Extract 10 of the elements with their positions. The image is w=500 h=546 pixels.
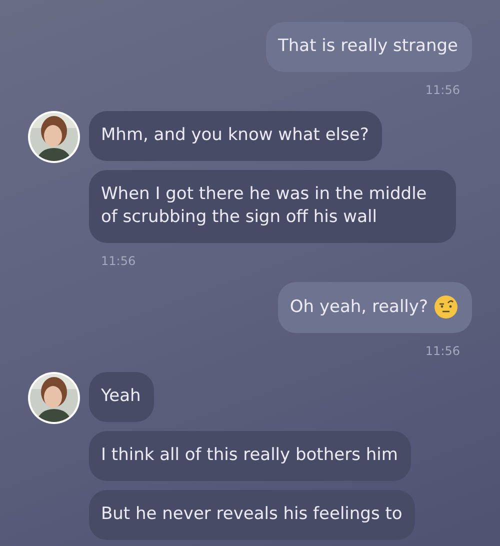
timestamp: 11:56: [424, 83, 461, 97]
message-text: Yeah: [101, 385, 141, 408]
message-text: When I got there he was in the middle of scrubbing the sign off his wall: [101, 183, 428, 229]
timestamp: 11:56: [100, 254, 137, 268]
message-text: Mhm, and you know what else?: [101, 124, 369, 147]
timestamp: 11:56: [424, 344, 461, 358]
message-text: But he never reveals his feelings to: [101, 503, 402, 526]
message-text: That is really strange: [278, 35, 458, 58]
message-text: Oh yeah, really?: [290, 296, 428, 318]
message-text: I think all of this really bothers him: [101, 444, 398, 467]
